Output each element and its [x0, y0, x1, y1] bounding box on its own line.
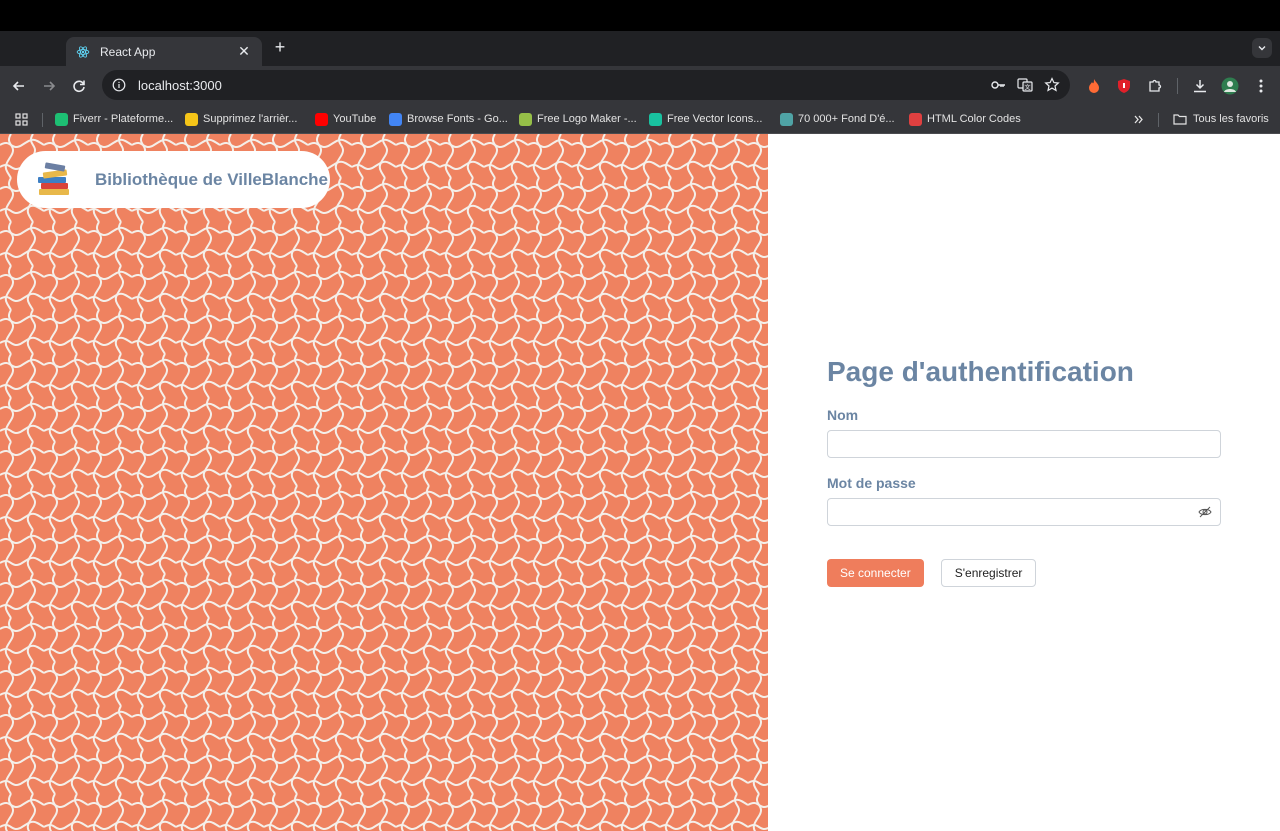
apps-grid-icon[interactable]: [15, 111, 28, 127]
brand-name: Bibliothèque de VilleBlanche: [95, 169, 329, 189]
bookmark-label: Free Vector Icons...: [667, 113, 763, 125]
books-logo-icon: [38, 161, 69, 195]
bookmark-label: 70 000+ Fond D'é...: [798, 113, 895, 125]
bookmark-favicon-icon: [389, 112, 402, 126]
bookmark-favicon-icon: [519, 112, 532, 126]
bookmarks-bar: Fiverr - Plateforme... Supprimez l'arrièr…: [0, 105, 1280, 134]
fire-extension-icon[interactable]: [1084, 76, 1104, 96]
address-bar[interactable]: localhost:3000 文: [102, 70, 1070, 100]
password-label: Mot de passe: [827, 475, 916, 491]
bookmark-label: YouTube: [333, 113, 377, 125]
app-page: Bibliothèque de VilleBlanche Page d'auth…: [0, 134, 1280, 831]
more-bookmarks-icon[interactable]: [1133, 111, 1144, 127]
react-icon: [76, 45, 90, 59]
bookmark-item[interactable]: Free Logo Maker -...: [519, 111, 637, 127]
bookmark-label: HTML Color Codes: [927, 113, 1021, 125]
register-button[interactable]: S'enregistrer: [940, 559, 1037, 587]
wave-pattern-image: [0, 134, 768, 831]
login-button[interactable]: Se connecter: [827, 559, 924, 587]
folder-icon: [1173, 114, 1187, 125]
chrome-menu-icon[interactable]: [1251, 76, 1271, 96]
tab-title: React App: [100, 44, 156, 59]
bookmark-favicon-icon: [315, 112, 328, 126]
eye-off-icon[interactable]: [1198, 505, 1212, 519]
bookmark-label: Free Logo Maker -...: [537, 113, 637, 125]
password-field: [827, 498, 1221, 526]
password-input[interactable]: [827, 498, 1221, 526]
bookmark-item[interactable]: Fiverr - Plateforme...: [55, 111, 173, 127]
bookmark-item[interactable]: YouTube: [315, 111, 376, 127]
password-key-icon[interactable]: [989, 76, 1007, 94]
site-info-icon[interactable]: [112, 78, 126, 92]
page-title: Page d'authentification: [827, 356, 1134, 387]
all-bookmarks-folder[interactable]: Tous les favoris: [1173, 111, 1269, 127]
bookmark-favicon-icon: [909, 112, 922, 126]
bookmark-star-icon[interactable]: [1043, 76, 1061, 94]
translate-icon[interactable]: 文: [1016, 76, 1034, 94]
bookmark-label: Supprimez l'arrièr...: [203, 113, 298, 125]
browser-toolbar: localhost:3000 文: [0, 66, 1280, 105]
tab-search-button[interactable]: [1252, 38, 1272, 58]
all-bookmarks-label: Tous les favoris: [1193, 113, 1269, 125]
shield-extension-icon[interactable]: [1114, 76, 1134, 96]
bookmark-item[interactable]: Free Vector Icons...: [649, 111, 762, 127]
url-text: localhost:3000: [138, 77, 222, 93]
decorative-wave-pattern: Bibliothèque de VilleBlanche: [0, 134, 768, 831]
bookmark-item[interactable]: Browse Fonts - Go...: [389, 111, 508, 127]
bookmark-favicon-icon: [780, 112, 793, 126]
bookmarks-divider: [1158, 113, 1159, 127]
svg-text:文: 文: [1024, 84, 1030, 92]
brand-badge[interactable]: Bibliothèque de VilleBlanche: [17, 151, 330, 208]
login-form: Page d'authentification Nom Mot de passe…: [827, 356, 1221, 587]
bookmark-favicon-icon: [55, 112, 68, 126]
new-tab-button[interactable]: +: [270, 38, 290, 58]
toolbar-divider: [1177, 78, 1178, 94]
bookmark-label: Browse Fonts - Go...: [407, 113, 508, 125]
bookmarks-divider: [42, 113, 43, 127]
screen-top-bar: [0, 0, 1280, 31]
bookmark-favicon-icon: [649, 112, 662, 126]
close-tab-icon[interactable]: ✕: [236, 43, 252, 60]
browser-tab[interactable]: React App ✕: [66, 37, 262, 66]
bookmark-item[interactable]: HTML Color Codes: [909, 111, 1021, 127]
name-label: Nom: [827, 407, 859, 423]
name-input[interactable]: [827, 430, 1221, 458]
bookmark-item[interactable]: 70 000+ Fond D'é...: [780, 111, 895, 127]
download-icon[interactable]: [1190, 76, 1210, 96]
back-icon[interactable]: [8, 75, 30, 97]
reload-icon[interactable]: [68, 75, 90, 97]
extensions-puzzle-icon[interactable]: [1145, 76, 1165, 96]
bookmark-label: Fiverr - Plateforme...: [73, 113, 174, 125]
tab-strip: React App ✕ +: [0, 31, 1280, 66]
form-actions: Se connecter S'enregistrer: [827, 559, 1221, 587]
bookmark-item[interactable]: Supprimez l'arrièr...: [185, 111, 297, 127]
profile-avatar-icon[interactable]: [1220, 76, 1240, 96]
bookmark-favicon-icon: [185, 112, 198, 126]
forward-icon[interactable]: [38, 75, 60, 97]
